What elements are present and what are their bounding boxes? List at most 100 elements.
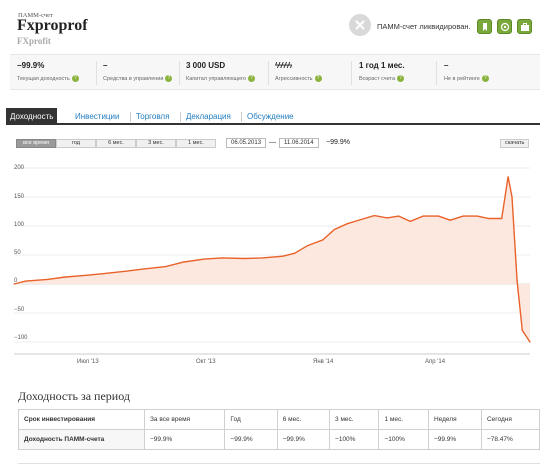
y-tick-label: 150 xyxy=(14,194,25,200)
data-point xyxy=(46,278,49,280)
table-header-cell: Год xyxy=(224,409,278,430)
date-to-input[interactable]: 11.06.2014 xyxy=(279,138,319,148)
stats-bar: −99.9% Текущая доходность? – Средства в … xyxy=(10,54,540,90)
returns-chart-svg xyxy=(13,167,531,355)
stat-value: 1 год 1 мес. xyxy=(359,61,405,70)
table-header-row: Срок инвестирования За все время Год 6 м… xyxy=(18,409,541,430)
stat-label: Текущая доходность xyxy=(17,75,70,82)
at-sign-icon xyxy=(500,22,510,32)
stat-value: – xyxy=(444,61,449,70)
data-point xyxy=(261,257,263,259)
tab-divider xyxy=(180,112,181,122)
table-cell: −100% xyxy=(329,429,380,450)
tab-discussion[interactable]: Обсуждение xyxy=(243,108,298,125)
tab-bar: Доходность Инвестиции Торговля Деклараци… xyxy=(6,108,540,125)
data-point xyxy=(488,217,490,220)
data-point xyxy=(373,214,375,217)
table-cell: −99.9% xyxy=(143,429,226,450)
stat-funds-managed: – Средства в управлении? xyxy=(103,61,173,82)
account-header: ПАММ-счет Fxproprof FXprofit ПАММ-счет л… xyxy=(0,0,550,52)
period-all-time[interactable]: все время xyxy=(16,139,56,148)
help-icon[interactable]: ? xyxy=(481,75,489,82)
stat-manager-capital: 3 000 USD Капитал управляющего? xyxy=(186,61,255,82)
data-point xyxy=(386,217,388,219)
y-tick-label: 200 xyxy=(14,165,25,171)
data-point xyxy=(516,280,518,282)
period-3-months[interactable]: 3 мес. xyxy=(136,139,176,148)
period-1-month[interactable]: 1 мес. xyxy=(176,139,216,148)
help-icon[interactable]: ? xyxy=(165,75,173,82)
liquidated-status: ПАММ-счет ликвидирован. xyxy=(377,22,471,31)
tab-trading[interactable]: Торговля xyxy=(132,108,173,125)
data-point xyxy=(529,341,531,343)
stat-label: Не в рейтинге xyxy=(444,75,480,82)
data-point xyxy=(165,266,167,268)
data-point xyxy=(362,218,364,220)
data-point xyxy=(203,258,206,260)
data-point xyxy=(438,215,440,217)
stat-current-return: −99.9% Текущая доходность? xyxy=(17,61,79,82)
table-cell: −99.9% xyxy=(427,429,482,450)
table-header-cell: 3 мес. xyxy=(329,409,380,430)
email-button[interactable] xyxy=(497,19,512,34)
data-point xyxy=(476,215,478,217)
help-icon[interactable]: ? xyxy=(314,75,322,82)
tab-investments[interactable]: Инвестиции xyxy=(71,108,123,125)
table-cell: −78.47% xyxy=(480,429,541,450)
tab-divider xyxy=(241,112,242,122)
help-icon[interactable]: ? xyxy=(248,75,255,82)
period-6-months[interactable]: 6 мес. xyxy=(96,139,136,148)
stat-value: 3 000 USD xyxy=(186,61,226,70)
data-point xyxy=(521,329,523,331)
range-return-value: −99.9% xyxy=(326,139,350,146)
account-name: Fxproprof xyxy=(17,17,88,34)
data-point xyxy=(221,257,224,259)
data-point xyxy=(125,270,127,272)
tab-returns[interactable]: Доходность xyxy=(6,108,58,125)
bookmark-icon xyxy=(483,23,487,31)
data-point xyxy=(85,274,87,276)
help-icon[interactable]: ? xyxy=(397,75,405,82)
data-point xyxy=(282,255,284,257)
data-point xyxy=(501,217,503,220)
data-point xyxy=(293,252,296,254)
data-point xyxy=(322,239,324,241)
date-range-separator: — xyxy=(269,139,276,146)
table-cell: −100% xyxy=(378,429,429,450)
returns-chart: 200 150 100 50 0 −50 −100 Июл '13 Окт '1… xyxy=(0,150,550,372)
data-point xyxy=(243,257,245,260)
download-button[interactable]: скачать xyxy=(500,139,530,148)
briefcase-icon xyxy=(521,23,529,31)
x-tick-label: Окт '13 xyxy=(196,359,216,365)
date-from-input[interactable]: 06.05.2013 xyxy=(226,138,267,148)
table-header-cell: 1 мес. xyxy=(378,409,429,430)
stat-label: Средства в управлении xyxy=(103,75,164,82)
data-point xyxy=(449,219,451,221)
broker-name[interactable]: FXprofit xyxy=(17,36,51,46)
data-point xyxy=(507,176,509,178)
tab-divider xyxy=(130,112,131,122)
help-icon[interactable]: ? xyxy=(71,75,79,82)
table-header-cell: Срок инвестирования xyxy=(18,409,145,430)
y-tick-label: 50 xyxy=(14,250,21,256)
invest-button[interactable] xyxy=(517,19,532,34)
aggressiveness-bolts-icon: ϟϟϟϟϟ xyxy=(275,61,292,70)
y-tick-label: −100 xyxy=(14,335,28,341)
stat-rating: – Не в рейтинге? xyxy=(444,61,489,82)
period-year[interactable]: год xyxy=(56,139,96,148)
y-tick-label: 100 xyxy=(14,222,25,228)
table-header-cell: Сегодня xyxy=(480,409,541,430)
y-tick-label: 0 xyxy=(14,278,18,284)
data-point xyxy=(462,215,464,217)
liquidated-close-icon xyxy=(349,14,371,36)
bookmark-button[interactable] xyxy=(477,19,492,34)
tab-declaration[interactable]: Декларация xyxy=(182,108,235,125)
stat-label: Капитал управляющего xyxy=(186,75,246,82)
stat-aggressiveness: ϟϟϟϟϟ Агрессивность? xyxy=(275,61,322,82)
stat-divider xyxy=(179,61,180,85)
data-point xyxy=(306,245,308,247)
period-returns-table: Срок инвестирования За все время Год 6 м… xyxy=(18,409,541,450)
returns-area-fill xyxy=(14,176,530,342)
y-tick-label: −50 xyxy=(14,307,25,313)
stat-label: Возраст счета xyxy=(359,75,396,82)
